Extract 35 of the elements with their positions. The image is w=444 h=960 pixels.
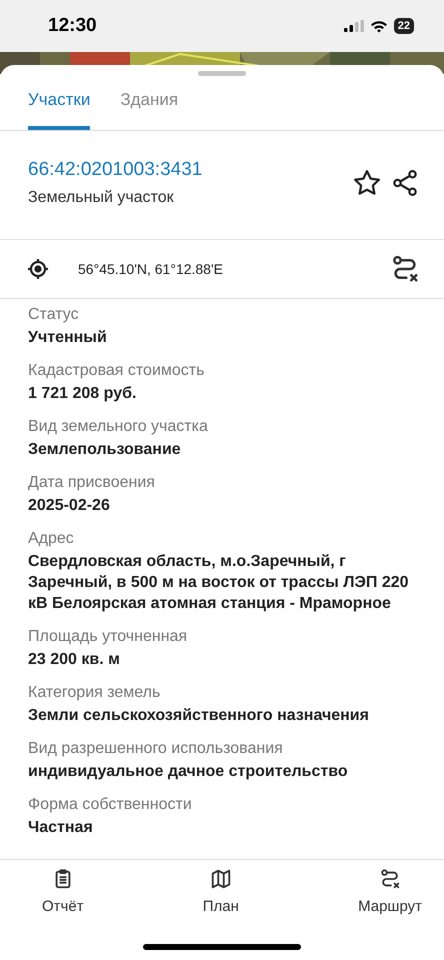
nav-item[interactable]: Маршрут xyxy=(358,868,422,915)
signal-icon xyxy=(344,20,364,32)
field-value: Свердловская область, м.о.Заречный, г Заречный, в 500 м на восток от трассы ЛЭП 220 кВ Белоярская атомная станция - Мраморное xyxy=(28,552,410,614)
object-type: Земельный участок xyxy=(28,189,175,207)
nav-item[interactable]: План xyxy=(202,868,239,915)
coordinates: 56°45.10'N, 61°12.88'E xyxy=(78,261,224,277)
field-label: Кадастровая стоимость xyxy=(28,361,206,381)
field-label: Категория земель xyxy=(28,683,162,703)
drag-handle[interactable] xyxy=(198,71,246,76)
field-label: Статус xyxy=(28,305,80,325)
nav-item[interactable]: Отчёт xyxy=(42,868,84,915)
field-label: Вид разрешенного использования xyxy=(28,739,284,759)
battery-level: 22 xyxy=(394,18,414,34)
field-value: Частная xyxy=(28,818,94,838)
field-value: Земли сельскохозяйственного назначения xyxy=(28,706,370,726)
wifi-icon xyxy=(370,20,388,32)
cadastral-number: 66:42:0201003:3431 xyxy=(28,159,204,181)
field-value: 23 200 кв. м xyxy=(28,650,121,670)
location-icon xyxy=(26,257,50,281)
tab[interactable]: Здания xyxy=(120,76,178,130)
field-value: 2025-02-26 xyxy=(28,496,111,516)
route-icon xyxy=(379,868,402,890)
field-value: индивидуальное дачное строительство xyxy=(28,762,349,782)
field-value: Землепользование xyxy=(28,440,182,460)
field-label: Вид земельного участка xyxy=(28,417,209,437)
tab[interactable]: Участки xyxy=(28,76,90,130)
route-icon xyxy=(390,254,420,284)
field-label: Форма собственности xyxy=(28,795,193,815)
map-icon xyxy=(210,868,232,890)
field-label: Площадь уточненная xyxy=(28,627,188,647)
field-value: Учтенный xyxy=(28,328,108,348)
field-label: Адрес xyxy=(28,529,75,549)
field-value: 1 721 208 руб. xyxy=(28,384,138,404)
field-label: Дата присвоения xyxy=(28,473,156,493)
status-time: 12:30 xyxy=(48,15,97,37)
